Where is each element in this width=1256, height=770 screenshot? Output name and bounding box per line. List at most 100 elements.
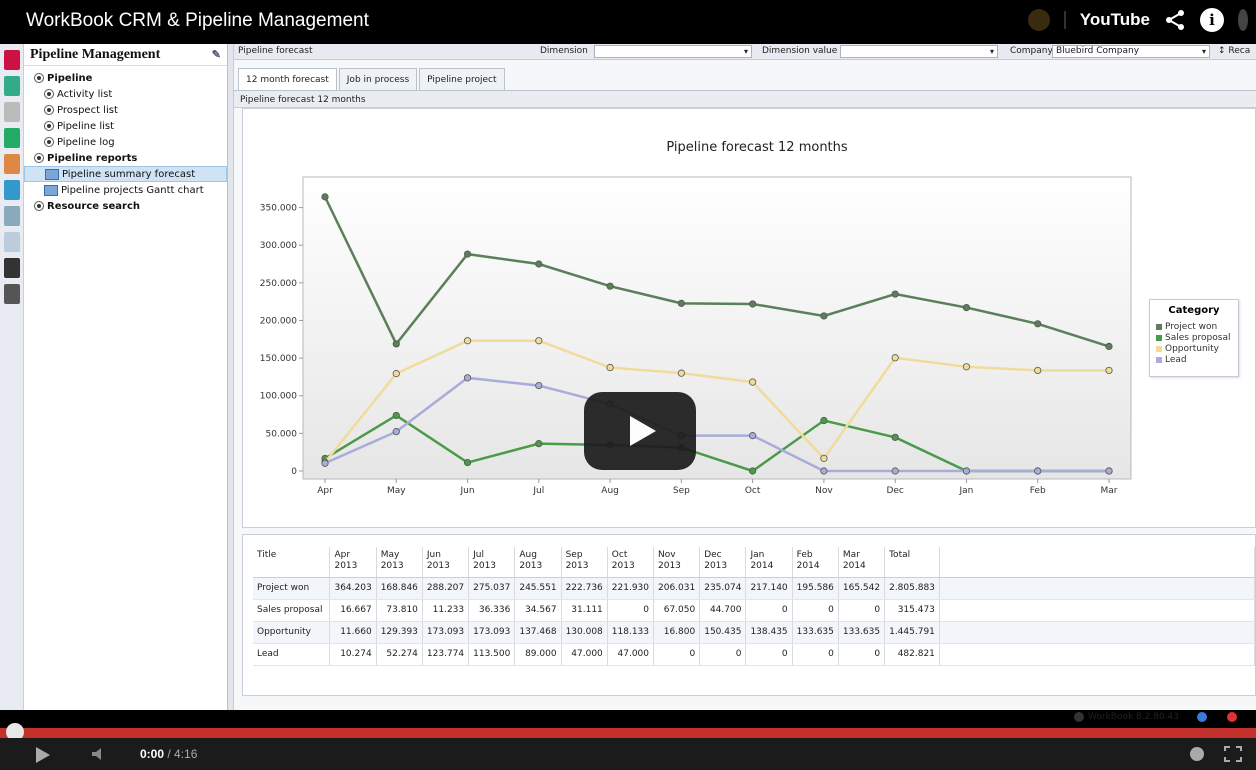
module-icon-bar	[0, 44, 24, 710]
recalculate-label: Reca	[1228, 46, 1251, 56]
table-row[interactable]: Opportunity 11.660 129.393 173.093 173.093 13…	[253, 621, 1256, 644]
table-cell: 34.567	[514, 599, 562, 622]
table-cell: 206.031	[653, 577, 701, 600]
column-header[interactable]: Dec 2013	[699, 547, 747, 578]
nav-item[interactable]: Resource search	[24, 198, 227, 214]
table-row[interactable]: Sales proposal 16.667 73.810 11.233 36.336 34…	[253, 599, 1256, 622]
column-header[interactable]: Aug 2013	[514, 547, 562, 578]
volume-icon[interactable]	[92, 748, 106, 760]
header-year: 2014	[750, 561, 774, 571]
nav-item[interactable]: Pipeline	[24, 70, 227, 86]
close-icon[interactable]	[1227, 712, 1237, 722]
refresh-icon[interactable]	[1197, 712, 1207, 722]
data-point	[820, 467, 828, 475]
check-icon[interactable]	[4, 128, 20, 148]
company-select[interactable]: Bluebird Company ▾	[1052, 45, 1210, 58]
x-tick-label: Nov	[815, 486, 833, 496]
dimension-value-select[interactable]: ▾	[840, 45, 998, 58]
pin-icon[interactable]: ✎	[212, 48, 221, 61]
company-label: Company	[1010, 46, 1053, 56]
share-icon[interactable]	[1164, 9, 1186, 31]
chart-module-icon[interactable]	[4, 76, 20, 96]
table-row[interactable]: Project won 364.203 168.846 288.207 275.037 2…	[253, 577, 1256, 600]
data-point	[677, 299, 685, 307]
nav-item[interactable]: Prospect list	[24, 102, 227, 118]
time-display: 0:00 / 4:16	[140, 747, 197, 761]
data-point	[749, 467, 757, 475]
channel-avatar[interactable]	[1027, 9, 1050, 31]
data-point	[962, 303, 971, 312]
column-header[interactable]: Jan 2014	[745, 547, 793, 578]
nav-item[interactable]: Pipeline reports	[24, 150, 227, 166]
chevron-down-icon: ▾	[743, 47, 748, 56]
column-header[interactable]: Jul 2013	[468, 547, 516, 578]
column-header[interactable]: Oct 2013	[607, 547, 655, 578]
legend-swatch	[1156, 356, 1162, 363]
tab[interactable]: Job in process	[338, 68, 418, 90]
legend-item[interactable]: Project won	[1156, 321, 1232, 332]
data-point	[962, 363, 971, 371]
info-icon[interactable]: i	[1200, 8, 1224, 32]
nav-item-label: Pipeline summary forecast	[62, 168, 196, 180]
nav-item[interactable]: Activity list	[24, 86, 227, 102]
table-cell: 235.074	[699, 577, 747, 600]
nav-item[interactable]: Pipeline summary forecast	[24, 166, 227, 182]
table-cell: 168.846	[376, 577, 423, 600]
legend-item[interactable]: Opportunity	[1156, 343, 1232, 354]
column-header[interactable]: Sep 2013	[561, 547, 608, 578]
chevron-down-icon: ▾	[989, 47, 994, 56]
dimension-select[interactable]: ▾	[594, 45, 752, 58]
tab[interactable]: 12 month forecast	[238, 68, 337, 90]
people-icon[interactable]	[4, 154, 20, 174]
gear-icon[interactable]	[4, 284, 20, 304]
play-icon[interactable]	[36, 747, 50, 763]
calendar-icon[interactable]	[4, 50, 20, 70]
table-cell: 138.435	[745, 621, 793, 644]
header-month: Jul	[473, 550, 484, 560]
column-header[interactable]: Mar 2014	[838, 547, 886, 578]
data-point	[891, 290, 899, 298]
table-cell: 130.008	[561, 621, 608, 644]
column-header[interactable]: Total	[884, 547, 940, 578]
column-header[interactable]: Nov 2013	[653, 547, 701, 578]
nav-item[interactable]: Pipeline list	[24, 118, 227, 134]
view-label: Pipeline forecast	[238, 46, 313, 56]
nav-item[interactable]: Pipeline projects Gantt chart	[24, 182, 227, 198]
tools-icon[interactable]	[4, 258, 20, 278]
youtube-logo[interactable]: YouTube	[1080, 10, 1150, 30]
tab-strip: 12 month forecast Job in process Pipeline …	[234, 68, 505, 90]
more-icon[interactable]	[1238, 9, 1248, 31]
report-icon[interactable]	[4, 232, 20, 252]
list-icon[interactable]	[4, 206, 20, 226]
table-cell: 165.542	[838, 577, 886, 600]
tab[interactable]: Pipeline project	[419, 68, 505, 90]
fullscreen-icon[interactable]	[1224, 746, 1242, 762]
legend-item[interactable]: Sales proposal	[1156, 332, 1232, 343]
data-point	[1034, 366, 1042, 375]
data-point	[891, 433, 899, 441]
progress-bar[interactable]	[0, 728, 1256, 738]
column-header[interactable]: Apr 2013	[329, 547, 377, 578]
clock-icon[interactable]	[4, 102, 20, 122]
document-icon[interactable]	[4, 180, 20, 200]
table-cell: 11.233	[422, 599, 470, 622]
bullet-icon	[34, 201, 44, 211]
settings-icon[interactable]	[1190, 747, 1204, 761]
table-cell: 67.050	[653, 599, 701, 622]
video-title[interactable]: WorkBook CRM & Pipeline Management	[26, 10, 369, 32]
table-row[interactable]: Lead 10.274 52.274 123.774 113.500 89.000 47.0…	[253, 643, 1256, 666]
data-point	[321, 193, 329, 201]
nav-item[interactable]: Pipeline log	[24, 134, 227, 150]
video-play-button[interactable]	[584, 392, 696, 470]
header-year: 2013	[658, 561, 681, 571]
column-header[interactable]: May 2013	[376, 547, 423, 578]
column-header[interactable]: Title	[253, 547, 331, 578]
legend-item[interactable]: Lead	[1156, 354, 1232, 365]
report-icon	[45, 168, 59, 180]
data-point	[535, 260, 543, 268]
x-tick-label: Aug	[601, 486, 619, 496]
column-header[interactable]: Jun 2013	[422, 547, 470, 578]
recalculate-button[interactable]: ↕ Reca	[1218, 46, 1250, 56]
header-year: 2013	[704, 561, 728, 571]
column-header[interactable]: Feb 2014	[792, 547, 839, 578]
